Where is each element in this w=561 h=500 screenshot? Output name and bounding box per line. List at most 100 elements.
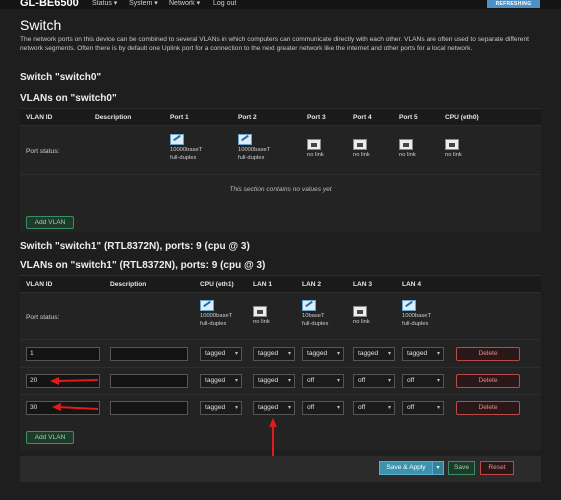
vlan-port-select-cpu[interactable]: tagged	[200, 347, 242, 361]
port-status-lan4: 1000baseT full-duplex	[402, 300, 444, 328]
port-speed: 10baseT	[302, 313, 325, 319]
add-vlan-button-switch1[interactable]: Add VLAN	[26, 431, 74, 444]
vlan-port-select-lan2[interactable]: off	[302, 401, 344, 415]
add-vlan-button-switch0[interactable]: Add VLAN	[26, 216, 74, 229]
col-lan-2: LAN 2	[302, 281, 322, 288]
divider	[20, 174, 541, 175]
col-port-4: Port 4	[353, 114, 372, 121]
port-status-lan2: 10baseT full-duplex	[302, 300, 344, 328]
vlan-port-select-lan4[interactable]: off	[402, 401, 444, 415]
port-duplex: full-duplex	[200, 321, 227, 327]
port-speed: 10000baseT	[170, 147, 203, 153]
save-button[interactable]: Save	[448, 461, 475, 475]
vlan-description-input[interactable]	[110, 374, 188, 388]
vlan-port-select-lan2[interactable]: off	[302, 374, 344, 388]
ethernet-port-icon	[200, 300, 214, 311]
switch0-title: Switch "switch0"	[20, 72, 102, 83]
reset-button[interactable]: Reset	[480, 461, 514, 475]
vlan-description-input[interactable]	[110, 347, 188, 361]
vlan-id-input[interactable]: 1	[26, 347, 100, 361]
port-speed: no link	[353, 152, 370, 158]
port-duplex: full-duplex	[238, 155, 265, 161]
delete-vlan-button[interactable]: Delete	[456, 401, 520, 415]
vlan-port-select-lan2[interactable]: tagged	[302, 347, 344, 361]
port-duplex: full-duplex	[402, 321, 429, 327]
switch1-vlan-table: VLAN ID Description CPU (eth1) LAN 1 LAN…	[20, 275, 541, 450]
nav-system[interactable]: System ▾	[129, 0, 158, 8]
ethernet-port-icon	[353, 139, 367, 150]
switch1-vlans-title: VLANs on "switch1" (RTL8372N), ports: 9 …	[20, 260, 266, 271]
port-duplex: full-duplex	[302, 321, 329, 327]
switch1-title: Switch "switch1" (RTL8372N), ports: 9 (c…	[20, 241, 250, 252]
save-apply-button[interactable]: Save & Apply	[379, 461, 433, 475]
port-status-cpu: no link	[445, 139, 487, 159]
vlan-port-select-lan3[interactable]: off	[353, 374, 395, 388]
port-speed: no link	[445, 152, 462, 158]
ethernet-port-icon	[170, 134, 184, 145]
vlan-port-select-cpu[interactable]: tagged	[200, 401, 242, 415]
table-header: VLAN ID Description CPU (eth1) LAN 1 LAN…	[20, 275, 541, 293]
annotation-arrow-left-row2	[50, 377, 99, 385]
col-lan-4: LAN 4	[402, 281, 422, 288]
col-cpu-eth1: CPU (eth1)	[200, 281, 234, 288]
vlan-description-input[interactable]	[110, 401, 188, 415]
port-speed: no link	[399, 152, 416, 158]
port-status-label: Port status:	[26, 314, 60, 321]
action-footer: Save & Apply ▾ Save Reset	[20, 456, 541, 482]
nav-network[interactable]: Network ▾	[169, 0, 200, 8]
port-speed: 10000baseT	[200, 313, 233, 319]
port-duplex: full-duplex	[170, 155, 197, 161]
port-status-3: no link	[307, 139, 349, 159]
delete-vlan-button[interactable]: Delete	[456, 374, 520, 388]
port-status-cpu: 10000baseT full-duplex	[200, 300, 242, 328]
switch0-vlan-table: VLAN ID Description Port 1 Port 2 Port 3…	[20, 108, 541, 232]
port-status-label: Port status:	[26, 148, 60, 155]
ethernet-port-icon	[238, 134, 252, 145]
ethernet-port-icon	[353, 306, 367, 317]
vlan-port-select-lan1[interactable]: tagged	[253, 347, 295, 361]
port-status-2: 10000baseT full-duplex	[238, 134, 280, 162]
ethernet-port-icon	[307, 139, 321, 150]
switch0-vlans-title: VLANs on "switch0"	[20, 93, 117, 104]
ethernet-port-icon	[302, 300, 316, 311]
empty-section-text: This section contains no values yet	[229, 186, 332, 193]
col-description: Description	[110, 281, 147, 288]
nav-logout[interactable]: Log out	[213, 0, 236, 8]
port-status-lan3: no link	[353, 306, 395, 326]
ethernet-port-icon	[253, 306, 267, 317]
brand-logo[interactable]: GL-BE6500	[20, 0, 79, 9]
port-speed: 1000baseT	[402, 313, 432, 319]
vlan-port-select-lan1[interactable]: tagged	[253, 401, 295, 415]
col-port-2: Port 2	[238, 114, 257, 121]
port-speed: no link	[307, 152, 324, 158]
col-vlan-id: VLAN ID	[26, 281, 53, 288]
nav-status[interactable]: Status ▾	[92, 0, 117, 8]
vlan-port-select-lan3[interactable]: off	[353, 401, 395, 415]
vlan-port-select-lan3[interactable]: tagged	[353, 347, 395, 361]
vlan-port-select-cpu[interactable]: tagged	[200, 374, 242, 388]
col-cpu-eth0: CPU (eth0)	[445, 114, 479, 121]
port-speed: 10000baseT	[238, 147, 271, 153]
port-status-lan1: no link	[253, 306, 295, 326]
col-description: Description	[95, 114, 132, 121]
col-port-1: Port 1	[170, 114, 189, 121]
page-title: Switch	[20, 17, 62, 33]
page-description: The network ports on this device can be …	[20, 36, 529, 52]
vlan-port-select-lan1[interactable]: tagged	[253, 374, 295, 388]
delete-vlan-button[interactable]: Delete	[456, 347, 520, 361]
chevron-down-icon: ▾	[436, 465, 440, 471]
port-status-4: no link	[353, 139, 395, 159]
vlan-port-select-lan4[interactable]: tagged	[402, 347, 444, 361]
port-speed: no link	[353, 319, 370, 325]
ethernet-port-icon	[445, 139, 459, 150]
port-status-5: no link	[399, 139, 441, 159]
ethernet-port-icon	[399, 139, 413, 150]
col-lan-1: LAN 1	[253, 281, 273, 288]
port-speed: no link	[253, 319, 270, 325]
col-port-5: Port 5	[399, 114, 418, 121]
ethernet-port-icon	[402, 300, 416, 311]
col-vlan-id: VLAN ID	[26, 114, 53, 121]
vlan-port-select-lan4[interactable]: off	[402, 374, 444, 388]
refreshing-badge[interactable]: REFRESHING	[487, 0, 540, 8]
save-apply-dropdown[interactable]: ▾	[432, 461, 444, 475]
